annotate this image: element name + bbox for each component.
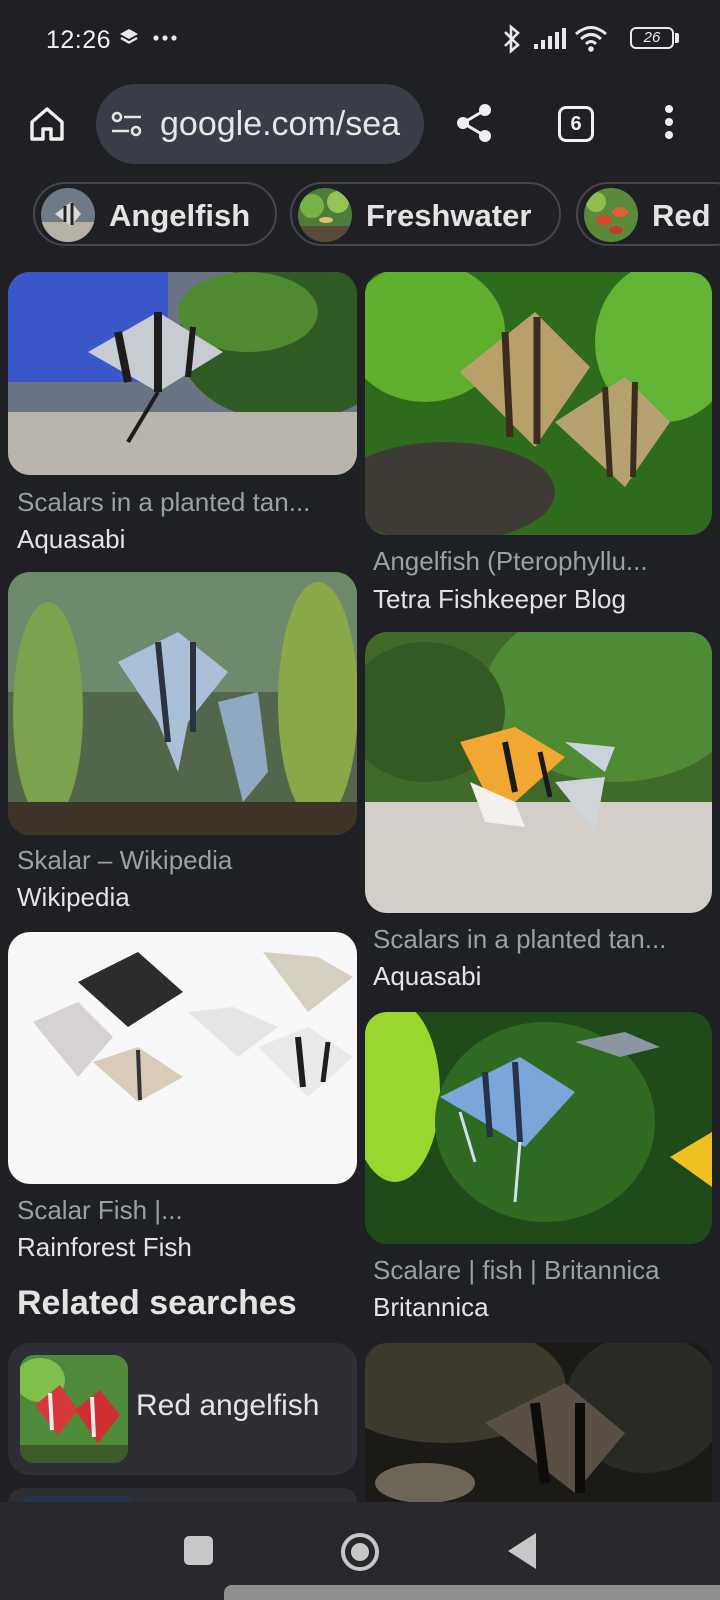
recents-button[interactable] [184,1536,213,1565]
chip-label: Freshwater [366,198,532,233]
chip-label: Red [652,198,711,233]
home-indicator [224,1585,720,1600]
result-caption[interactable]: Scalar Fish |... [17,1195,183,1226]
related-thumbnail [20,1355,128,1463]
related-searches-title: Related searches [17,1284,297,1322]
more-notifications-icon [152,30,178,48]
wifi-icon [574,24,608,57]
chip-thumbnail [584,188,638,242]
chip-thumbnail [41,188,95,242]
battery-level: 26 [643,29,661,46]
related-search-item[interactable]: Red angelfish [8,1343,357,1475]
home-icon[interactable] [28,104,66,149]
more-menu-icon[interactable] [664,104,674,145]
result-source[interactable]: Britannica [373,1292,489,1323]
result-image[interactable] [8,272,357,475]
url-bar[interactable]: google.com/sea [96,84,424,164]
battery-tip [675,33,679,43]
bluetooth-icon [499,24,525,59]
battery-icon: 26 [630,27,674,49]
chip-red[interactable]: Red [576,182,720,246]
filter-chips: Angelfish Freshwater Red [0,180,720,246]
related-search-label: Red angelfish [136,1389,320,1422]
result-source[interactable]: Wikipedia [17,882,130,913]
tabs-icon[interactable]: 6 [558,106,594,142]
share-icon[interactable] [454,102,494,149]
site-settings-icon[interactable] [110,110,144,143]
related-search-item[interactable] [8,1488,357,1502]
chip-freshwater[interactable]: Freshwater [290,182,561,246]
tab-count: 6 [570,113,582,135]
result-image[interactable] [8,932,357,1184]
result-source[interactable]: Aquasabi [17,524,125,555]
back-button[interactable] [508,1533,536,1569]
chip-label: Angelfish [109,198,251,233]
signal-icon [533,28,567,55]
url-text[interactable]: google.com/sea [160,105,400,144]
result-source[interactable]: Tetra Fishkeeper Blog [373,584,626,615]
result-source[interactable]: Rainforest Fish [17,1232,192,1263]
chip-thumbnail [298,188,352,242]
result-image[interactable] [365,632,712,913]
result-image[interactable] [8,572,357,835]
result-caption[interactable]: Scalars in a planted tan... [17,487,310,518]
result-caption[interactable]: Scalare | fish | Britannica [373,1255,660,1286]
status-time: 12:26 [46,26,112,54]
browser-toolbar: google.com/sea 6 [0,80,720,180]
chip-angelfish[interactable]: Angelfish [33,182,277,246]
status-bar: 12:26 26 [0,0,720,80]
layers-icon [118,26,140,53]
result-image[interactable] [365,1012,712,1244]
result-image[interactable] [365,1343,712,1509]
result-source[interactable]: Aquasabi [373,961,481,992]
home-button[interactable] [341,1533,379,1571]
result-image[interactable] [365,272,712,535]
result-caption[interactable]: Angelfish (Pterophyllu... [373,546,648,577]
result-caption[interactable]: Skalar – Wikipedia [17,845,232,876]
result-caption[interactable]: Scalars in a planted tan... [373,924,666,955]
